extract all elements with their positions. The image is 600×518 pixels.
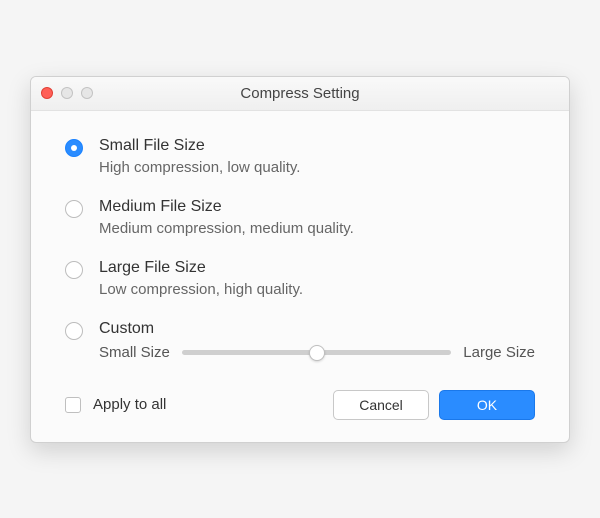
slider-thumb[interactable] [309, 345, 325, 361]
option-custom-body: Custom Small Size Large Size [99, 320, 535, 362]
maximize-icon[interactable] [81, 87, 93, 99]
dialog-content: Small File Size High compression, low qu… [31, 111, 569, 442]
size-slider[interactable] [182, 344, 451, 362]
option-custom[interactable]: Custom Small Size Large Size [65, 320, 535, 362]
window-controls [41, 87, 93, 99]
option-small-label: Small File Size [99, 137, 535, 155]
option-small-desc: High compression, low quality. [99, 159, 535, 176]
custom-slider-row: Small Size Large Size [99, 344, 535, 362]
option-small[interactable]: Small File Size High compression, low qu… [65, 137, 535, 176]
option-small-text: Small File Size High compression, low qu… [99, 137, 535, 176]
radio-small[interactable] [65, 139, 83, 157]
option-large-text: Large File Size Low compression, high qu… [99, 259, 535, 298]
titlebar: Compress Setting [31, 77, 569, 111]
compress-setting-dialog: Compress Setting Small File Size High co… [30, 76, 570, 443]
slider-max-label: Large Size [463, 344, 535, 361]
ok-button[interactable]: OK [439, 390, 535, 420]
option-custom-label: Custom [99, 320, 535, 338]
apply-to-all-checkbox[interactable] [65, 397, 81, 413]
option-medium-text: Medium File Size Medium compression, med… [99, 198, 535, 237]
option-large-label: Large File Size [99, 259, 535, 277]
cancel-button[interactable]: Cancel [333, 390, 429, 420]
option-large-desc: Low compression, high quality. [99, 281, 535, 298]
minimize-icon[interactable] [61, 87, 73, 99]
dialog-buttons: Cancel OK [333, 390, 535, 420]
option-medium[interactable]: Medium File Size Medium compression, med… [65, 198, 535, 237]
window-title: Compress Setting [31, 85, 569, 102]
dialog-footer: Apply to all Cancel OK [65, 390, 535, 420]
radio-custom[interactable] [65, 322, 83, 340]
option-medium-desc: Medium compression, medium quality. [99, 220, 535, 237]
radio-large[interactable] [65, 261, 83, 279]
slider-min-label: Small Size [99, 344, 170, 361]
option-large[interactable]: Large File Size Low compression, high qu… [65, 259, 535, 298]
radio-medium[interactable] [65, 200, 83, 218]
apply-to-all-label: Apply to all [93, 396, 321, 413]
option-medium-label: Medium File Size [99, 198, 535, 216]
close-icon[interactable] [41, 87, 53, 99]
